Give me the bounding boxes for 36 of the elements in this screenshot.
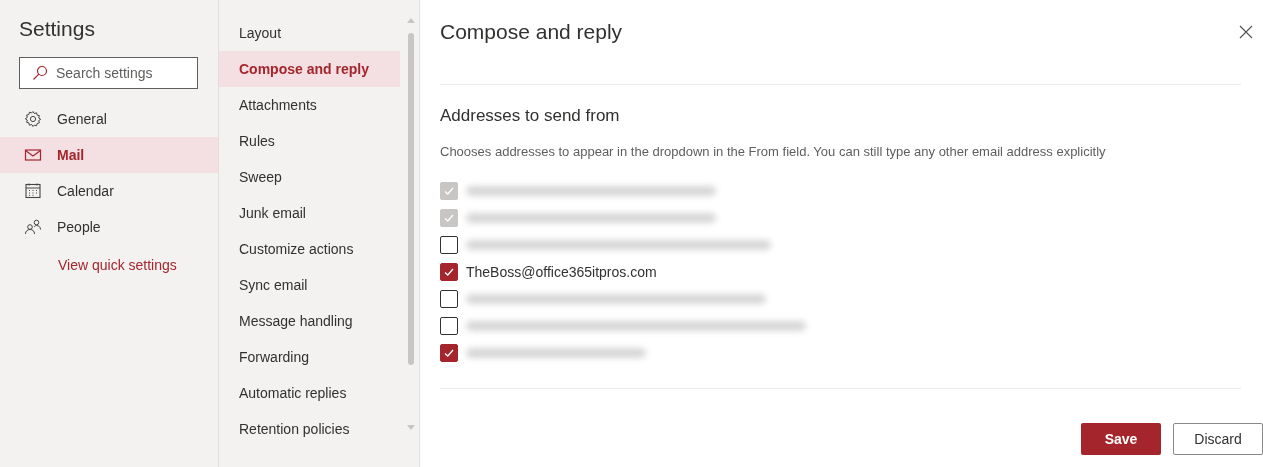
panel-title: Compose and reply: [440, 20, 623, 44]
checkbox[interactable]: [440, 316, 458, 335]
mail-icon: [24, 146, 42, 164]
checkbox[interactable]: [440, 262, 458, 281]
submenu-item[interactable]: Attachments: [219, 87, 400, 123]
save-button[interactable]: Save: [1081, 423, 1161, 455]
quick-settings-link[interactable]: View quick settings: [0, 245, 218, 273]
submenu-item[interactable]: Junk email: [219, 195, 400, 231]
submenu-item[interactable]: Compose and reply: [219, 51, 400, 87]
section-description: Chooses addresses to appear in the dropdown in the From field. You can still type any other email address explicitly: [440, 144, 1107, 159]
checkbox[interactable]: [440, 343, 458, 362]
nav-item[interactable]: General: [0, 101, 218, 137]
submenu-item[interactable]: Sync email: [219, 267, 400, 303]
checkbox[interactable]: [440, 289, 458, 308]
submenu-item[interactable]: Retention policies: [219, 411, 400, 447]
people-icon: [24, 218, 42, 236]
section-heading: Addresses to send from: [440, 106, 621, 126]
scroll-thumb[interactable]: [408, 33, 414, 365]
search-field[interactable]: Search settings: [19, 57, 198, 89]
email-address: TheBoss@office365itpros.com: [466, 263, 657, 280]
settings-title: Settings: [18, 16, 96, 42]
checkbox[interactable]: [440, 235, 458, 254]
submenu-item[interactable]: Rules: [219, 123, 400, 159]
nav-item[interactable]: People: [0, 209, 218, 245]
submenu-item[interactable]: Automatic replies: [219, 375, 400, 411]
submenu-item[interactable]: Message handling: [219, 303, 400, 339]
submenu-item[interactable]: Sweep: [219, 159, 400, 195]
nav-item[interactable]: Calendar: [0, 173, 218, 209]
nav-item[interactable]: Mail: [0, 137, 218, 173]
discard-button[interactable]: Discard: [1173, 423, 1263, 455]
submenu-item[interactable]: Layout: [219, 15, 400, 51]
close-icon[interactable]: [1239, 25, 1253, 39]
calendar-icon: [24, 182, 42, 200]
submenu-item[interactable]: Forwarding: [219, 339, 400, 375]
settings-icon: [24, 110, 42, 128]
submenu-item[interactable]: Customize actions: [219, 231, 400, 267]
